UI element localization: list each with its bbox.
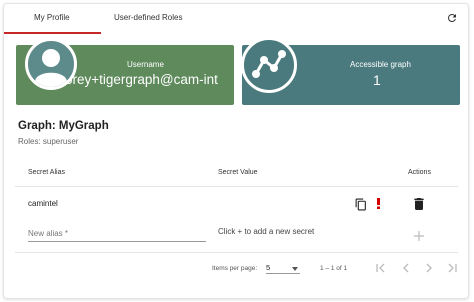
last-page-icon[interactable] — [446, 262, 458, 274]
refresh-icon[interactable] — [446, 12, 458, 24]
graph-roles: Roles: superuser — [18, 137, 79, 146]
first-page-icon[interactable] — [375, 262, 387, 274]
username-card-title: Username — [127, 60, 164, 69]
accessible-graph-count: 1 — [373, 72, 381, 88]
add-secret-hint: Click + to add a new secret — [218, 227, 315, 236]
graph-icon — [241, 37, 297, 93]
tab-user-defined-roles[interactable]: User-defined Roles — [114, 13, 182, 22]
graph-heading: Graph: MyGraph — [18, 120, 109, 132]
next-page-icon[interactable] — [423, 262, 435, 274]
username-value: orey+tigergraph@cam-int — [65, 72, 218, 87]
table-row-alias: camintel — [28, 199, 58, 208]
header-secret-value: Secret Value — [218, 169, 258, 176]
copy-icon[interactable] — [354, 198, 368, 211]
warning-icon — [377, 198, 380, 209]
add-icon[interactable] — [413, 230, 425, 242]
user-avatar-icon — [25, 38, 77, 90]
previous-page-icon[interactable] — [400, 262, 412, 274]
page-range-label: 1 – 1 of 1 — [320, 265, 348, 272]
active-tab-indicator — [4, 32, 101, 34]
delete-icon[interactable] — [414, 198, 424, 210]
tab-bar: My Profile User-defined Roles — [4, 4, 468, 34]
items-per-page-select[interactable]: 5 — [266, 262, 300, 274]
table-bottom-divider — [15, 252, 458, 253]
header-divider — [15, 186, 458, 187]
items-per-page-value: 5 — [266, 263, 271, 272]
secrets-table: Secret Alias Secret Value Actions camint… — [15, 158, 458, 278]
accessible-graph-title: Accessible graph — [350, 60, 411, 69]
new-alias-input[interactable] — [28, 226, 206, 242]
tab-my-profile[interactable]: My Profile — [34, 13, 70, 22]
header-secret-alias: Secret Alias — [28, 169, 65, 176]
chevron-down-icon — [292, 267, 298, 271]
items-per-page-label: Items per page: — [212, 265, 258, 272]
header-actions: Actions — [408, 169, 431, 176]
